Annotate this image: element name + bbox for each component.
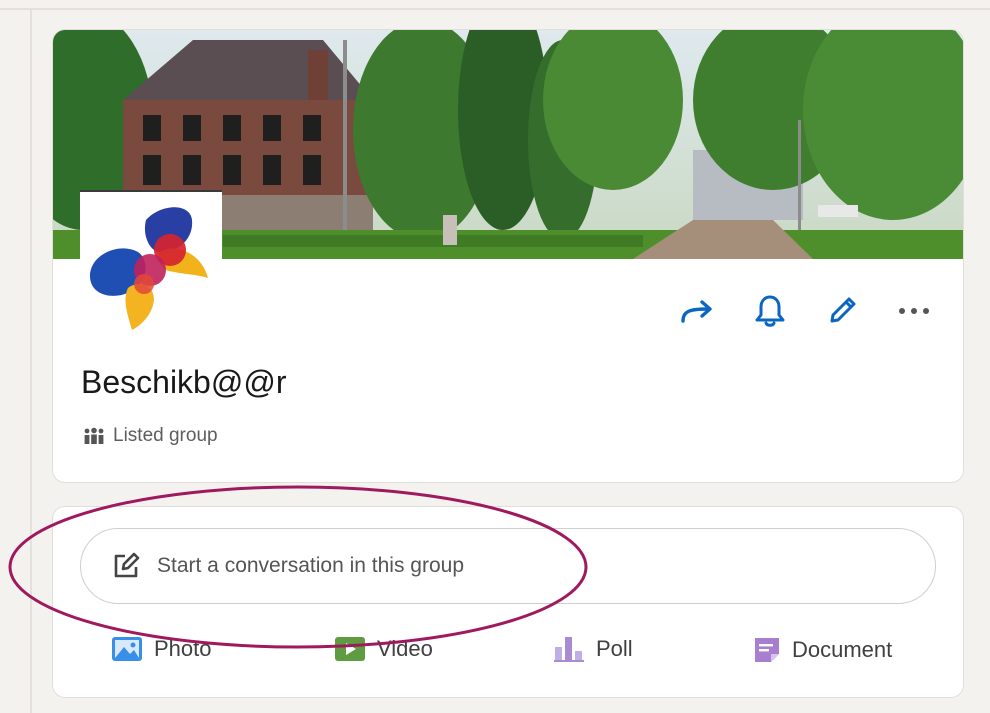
share-box-card: Start a conversation in this group Photo… xyxy=(53,507,963,697)
start-conversation-placeholder: Start a conversation in this group xyxy=(157,554,465,577)
video-icon xyxy=(335,637,365,661)
group-logo[interactable] xyxy=(80,190,222,334)
edit-group-button[interactable] xyxy=(821,290,863,332)
group-visibility: Listed group xyxy=(83,425,218,447)
document-icon xyxy=(755,638,779,662)
group-type-label: Listed group xyxy=(113,425,218,446)
video-label: Video xyxy=(377,636,433,661)
photo-icon xyxy=(112,637,142,661)
group-header-card: Beschikb@@r Listed group xyxy=(53,30,963,482)
frame-border-left xyxy=(30,8,32,713)
media-options: Photo Video Poll Document xyxy=(53,635,963,675)
start-conversation-input[interactable]: Start a conversation in this group xyxy=(80,528,936,604)
notifications-button[interactable] xyxy=(749,290,791,332)
pencil-icon xyxy=(830,297,856,323)
poll-button[interactable]: Poll xyxy=(552,635,633,663)
share-button[interactable] xyxy=(677,290,719,332)
photo-button[interactable]: Photo xyxy=(110,635,212,663)
document-label: Document xyxy=(792,637,893,662)
group-name: Beschikb@@r xyxy=(81,364,287,400)
people-icon xyxy=(84,427,104,444)
frame-border-top xyxy=(0,8,990,10)
document-button[interactable]: Document xyxy=(752,635,892,665)
video-button[interactable]: Video xyxy=(333,635,433,663)
group-actions xyxy=(677,290,935,332)
butterfly-logo-icon xyxy=(90,207,208,330)
more-options-button[interactable] xyxy=(893,290,935,332)
share-icon xyxy=(681,300,712,323)
bell-icon xyxy=(755,295,785,327)
photo-label: Photo xyxy=(154,636,212,661)
poll-icon xyxy=(554,637,584,662)
edit-icon xyxy=(114,552,140,578)
poll-label: Poll xyxy=(596,636,633,661)
more-icon xyxy=(899,308,929,314)
